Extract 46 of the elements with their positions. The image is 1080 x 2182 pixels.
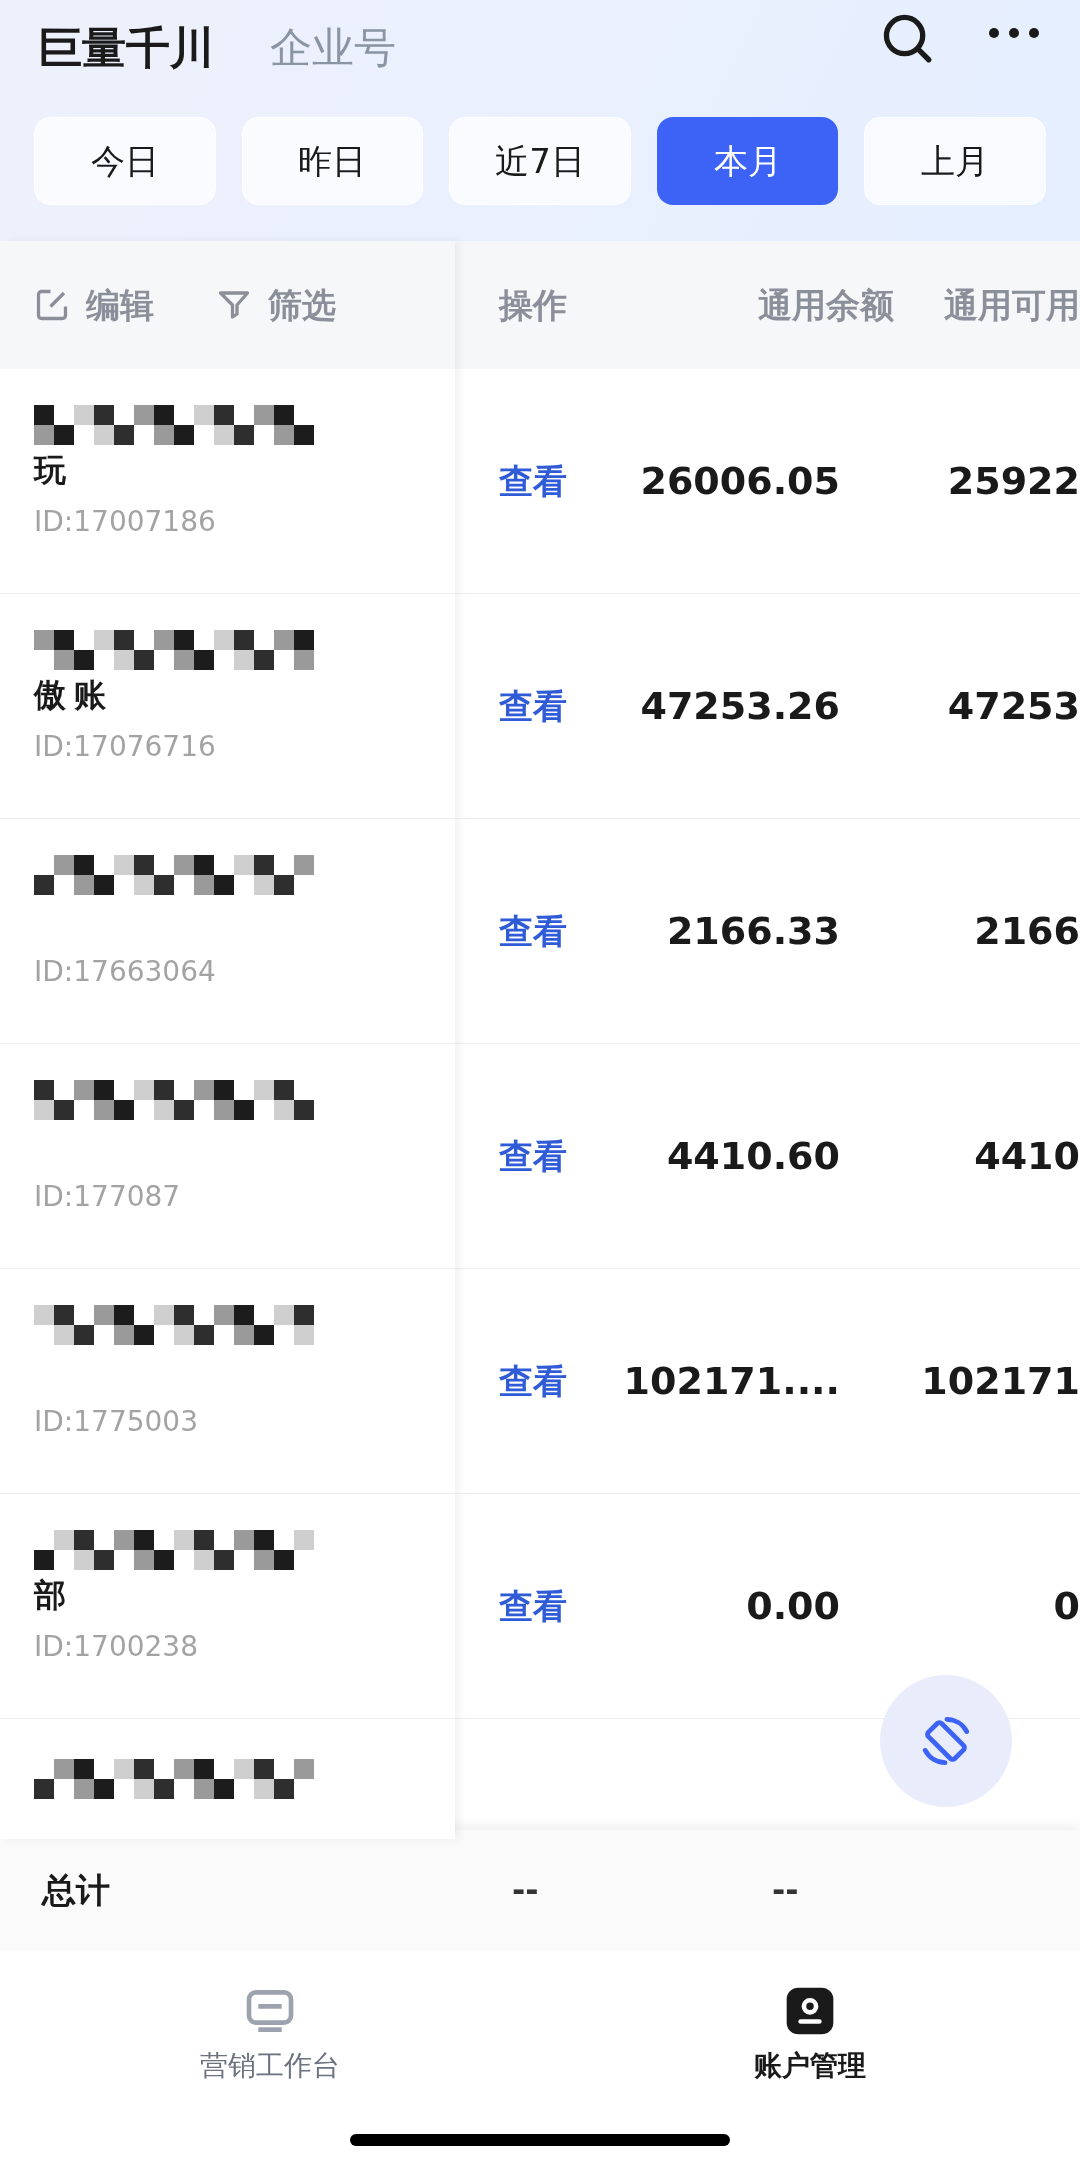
date-tab[interactable]: 昨日 <box>241 117 424 205</box>
total-value: -- <box>512 1870 540 1911</box>
edit-icon[interactable] <box>34 287 70 323</box>
app-subtitle: 企业号 <box>270 22 396 74</box>
edit-label[interactable]: 编辑 <box>86 279 154 331</box>
account-id: ID:1775003 <box>34 1404 199 1440</box>
account-id: ID:17663064 <box>34 954 217 990</box>
balance-cell-text: 4410.60 <box>665 1132 840 1180</box>
balance-cell-text: 102171.... <box>622 1357 840 1405</box>
date-tab[interactable]: 上月 <box>864 117 1046 205</box>
available-cell-text: 0 <box>1052 1582 1080 1630</box>
account-id: ID:1700238 <box>34 1629 199 1665</box>
account-id: ID:17007186 <box>34 504 217 540</box>
available-cell-text: 4410 <box>973 1132 1080 1180</box>
nav-tab[interactable]: 营销工作台 <box>0 1983 540 2087</box>
filter-label[interactable]: 筛选 <box>268 279 336 331</box>
account-name: 傲 <box>34 675 66 716</box>
balance-cell-text: 26006.05 <box>639 457 840 505</box>
column-header: 通用余额 <box>757 283 894 327</box>
view-link[interactable]: 查看 <box>455 1355 603 1407</box>
view-link[interactable]: 查看 <box>455 680 603 732</box>
account-id: ID:177087 <box>34 1179 182 1215</box>
column-header: 通用可用 <box>944 283 1080 327</box>
view-link[interactable]: 查看 <box>455 905 603 957</box>
balance-cell-text: 2166.33 <box>665 907 840 955</box>
balance-cell-text: 47253.26 <box>639 682 840 730</box>
account-name: 玩 <box>34 450 66 491</box>
account-id: ID:17076716 <box>34 729 217 765</box>
date-tab[interactable]: 近7日 <box>449 117 631 205</box>
app-title: 巨量千川 <box>38 20 214 75</box>
date-tab[interactable]: 本月 <box>656 117 839 205</box>
view-link[interactable]: 查看 <box>455 1580 603 1632</box>
nav-tab[interactable]: 账户管理 <box>540 1983 1080 2087</box>
view-link[interactable]: 查看 <box>455 455 603 507</box>
total-label: 总计 <box>42 1868 111 1912</box>
available-cell-text: 2166 <box>973 907 1080 955</box>
available-cell-text: 25922 <box>946 457 1080 505</box>
total-value: -- <box>772 1870 800 1911</box>
view-link[interactable]: 查看 <box>455 1130 603 1182</box>
balance-cell-text: 0.00 <box>745 1582 840 1630</box>
column-header: 操作 <box>497 283 568 327</box>
available-cell-text: 47253 <box>946 682 1080 730</box>
account-name: 部 <box>34 1575 66 1616</box>
available-cell-text: 102171 <box>920 1357 1080 1405</box>
account-name: 账 <box>74 675 106 716</box>
date-tab[interactable]: 今日 <box>34 117 216 205</box>
